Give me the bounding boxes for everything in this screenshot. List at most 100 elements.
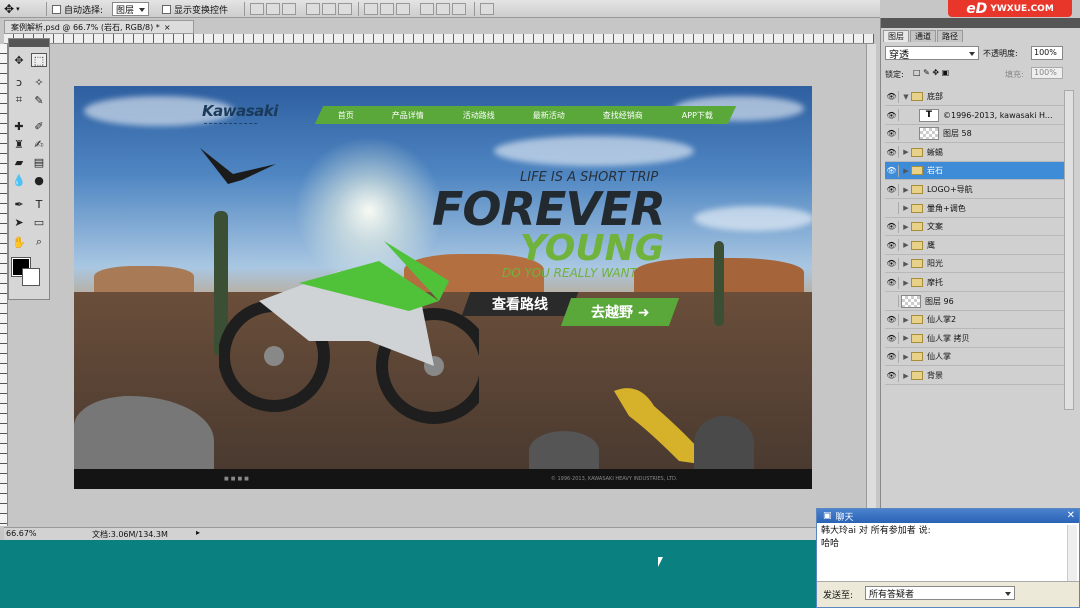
move-tool-preset[interactable]: ✥ ▾ [4,2,20,16]
auto-select-dropdown[interactable]: 图层 [112,2,150,16]
dodge-tool-icon[interactable]: ● [31,173,47,187]
collapsed-triangle-icon[interactable]: ▶ [901,148,911,156]
layers-scrollbar[interactable] [1064,90,1074,410]
send-to-select[interactable]: 所有答疑者 [865,586,1015,600]
eraser-tool-icon[interactable]: ▰ [11,155,27,169]
document-tab[interactable]: 案例解析.psd @ 66.7% (岩石, RGB/8) * × [4,20,194,34]
visibility-eye-icon[interactable]: 👁 [885,313,899,326]
zoom-level[interactable]: 66.67% [6,529,37,538]
visibility-eye-icon[interactable]: 👁 [885,183,899,196]
collapsed-triangle-icon[interactable]: ▶ [901,279,911,287]
collapsed-triangle-icon[interactable]: ▶ [901,353,911,361]
layer-row[interactable]: 👁 ▶ 仙人掌2 [885,311,1065,330]
layer-row[interactable]: 👁 ▼ 底部 [885,88,1065,106]
layer-row[interactable]: 👁 ▶ 背景 [885,367,1065,385]
zoom-tool-icon[interactable]: ⌕ [31,235,47,249]
expanded-triangle-icon[interactable]: ▼ [901,93,911,101]
brush-tool-icon[interactable]: ✐ [31,119,47,133]
layer-row[interactable]: 👁 ▶ 摩托 [885,274,1065,292]
nav-item[interactable]: 查找经销商 [603,110,643,121]
layer-row[interactable]: 图层 96 [885,293,1065,311]
collapsed-triangle-icon[interactable]: ▶ [901,167,911,175]
layer-row[interactable]: 👁 ▶ 仙人掌 [885,348,1065,367]
visibility-eye-icon[interactable]: 👁 [885,239,899,252]
layer-row[interactable]: 👁 ▶ 文案 [885,218,1065,237]
status-menu-arrow-icon[interactable]: ▸ [196,528,200,537]
view-route-button[interactable]: 查看路线 [461,292,579,316]
crop-tool-icon[interactable]: ⌗ [11,93,27,107]
layer-row[interactable]: 👁 ▶ 蜥蜴 [885,144,1065,162]
toolbox-header[interactable] [9,39,49,47]
chat-titlebar[interactable]: ▣ 聊天 ✕ [817,509,1079,523]
nav-item[interactable]: 产品详情 [392,110,424,121]
lasso-tool-icon[interactable]: ↄ [11,75,27,89]
collapsed-triangle-icon[interactable]: ▶ [901,223,911,231]
visibility-eye-icon[interactable]: 👁 [885,369,899,382]
visibility-eye-icon[interactable]: 👁 [885,257,899,270]
align-buttons[interactable] [250,2,354,16]
visibility-eye-icon[interactable]: 👁 [885,127,899,140]
type-tool-icon[interactable]: T [31,197,47,211]
tab-layers[interactable]: 图层 [883,30,909,42]
auto-select-checkbox[interactable]: 自动选择: [52,2,103,16]
move-tool-icon[interactable]: ✥ [11,53,27,67]
layer-row[interactable]: ▶ 暈角+调色 [885,200,1065,218]
blur-tool-icon[interactable]: 💧 [11,173,27,187]
nav-item[interactable]: 活动路线 [463,110,495,121]
nav-item[interactable]: APP下载 [682,110,713,121]
collapsed-triangle-icon[interactable]: ▶ [901,241,911,249]
magic-wand-icon[interactable]: ✧ [31,75,47,89]
show-transform-checkbox[interactable]: 显示变换控件 [162,2,228,16]
tab-paths[interactable]: 路径 [937,30,963,42]
marquee-tool-icon[interactable]: ⬚ [31,53,47,67]
visibility-eye-icon[interactable]: 👁 [885,164,899,177]
gradient-tool-icon[interactable]: ▤ [31,155,47,169]
visibility-eye-icon[interactable]: 👁 [885,276,899,289]
layer-row[interactable]: 👁 ▶ 鹰 [885,237,1065,255]
collapsed-triangle-icon[interactable]: ▶ [901,372,911,380]
background-color-swatch[interactable] [22,268,40,286]
pen-tool-icon[interactable]: ✒ [11,197,27,211]
visibility-eye-icon[interactable]: 👁 [885,90,899,103]
blend-mode-select[interactable]: 穿透 [885,46,979,61]
layer-row[interactable]: 👁 ▶ 岩石 [885,162,1065,181]
history-brush-icon[interactable]: ✍ [31,137,47,151]
document-canvas[interactable]: Kawasaki ━━━━━━━━━━━ 首页 产品详情 活动路线 最新活动 查… [74,86,812,489]
stamp-tool-icon[interactable]: ♜ [11,137,27,151]
visibility-eye-icon[interactable]: 👁 [885,350,899,363]
nav-item[interactable]: 首页 [338,110,354,121]
layer-row[interactable]: 👁 ▶ LOGO+导航 [885,181,1065,199]
visibility-eye-icon[interactable] [885,295,899,308]
nav-item[interactable]: 最新活动 [533,110,565,121]
layer-row[interactable]: 👁 图层 58 [885,125,1065,144]
collapsed-triangle-icon[interactable]: ▶ [901,316,911,324]
collapsed-triangle-icon[interactable]: ▶ [901,186,911,194]
opacity-input[interactable]: 100% [1031,46,1063,60]
layer-row[interactable]: 👁 ▶ 阳光 [885,255,1065,274]
chat-scrollbar[interactable] [1067,525,1077,581]
visibility-eye-icon[interactable]: 👁 [885,109,899,122]
panel-header[interactable] [881,18,1080,28]
collapsed-triangle-icon[interactable]: ▶ [901,260,911,268]
vertical-scrollbar[interactable] [866,44,876,526]
close-icon[interactable]: × [164,23,171,32]
auto-align-button[interactable] [480,2,496,16]
collapsed-triangle-icon[interactable]: ▶ [901,334,911,342]
fill-input[interactable]: 100% [1031,67,1063,79]
visibility-eye-icon[interactable]: 👁 [885,332,899,345]
visibility-eye-icon[interactable] [885,202,899,215]
lock-icons[interactable]: □ ✎ ✥ ▣ [913,68,949,77]
hand-tool-icon[interactable]: ✋ [11,235,27,249]
go-offroad-button[interactable]: 去越野 ➜ [560,298,680,326]
collapsed-triangle-icon[interactable]: ▶ [901,204,911,212]
path-select-icon[interactable]: ➤ [11,215,27,229]
eyedropper-icon[interactable]: ✎ [31,93,47,107]
layer-row[interactable]: 👁 T ©1996-2013, kawasaki H... [885,107,1065,125]
distribute-buttons[interactable] [364,2,468,16]
healing-brush-icon[interactable]: ✚ [11,119,27,133]
shape-tool-icon[interactable]: ▭ [31,215,47,229]
tab-channels[interactable]: 通道 [910,30,936,42]
close-icon[interactable]: ✕ [1067,510,1075,521]
visibility-eye-icon[interactable]: 👁 [885,220,899,233]
visibility-eye-icon[interactable]: 👁 [885,146,899,159]
